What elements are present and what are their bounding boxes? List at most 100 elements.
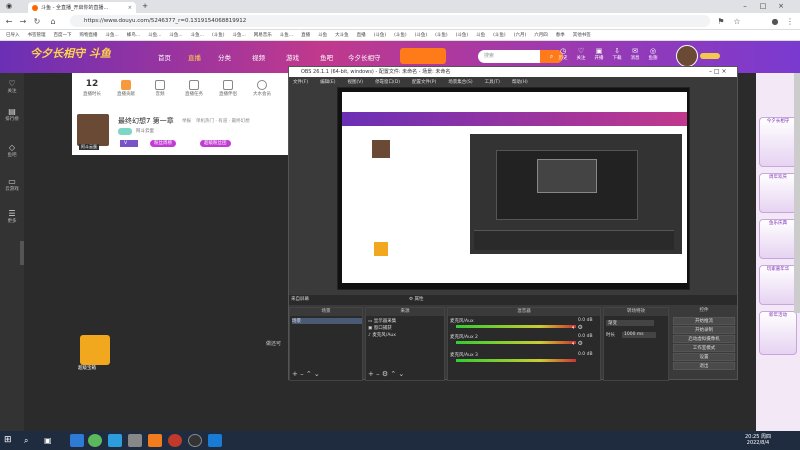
profile-icon[interactable]: ● (770, 16, 780, 26)
left-nav-rank[interactable]: ▤ 排行榜 (2, 107, 22, 122)
bookmark-item[interactable]: 直播 (301, 32, 310, 38)
app-icon[interactable] (168, 434, 182, 447)
reload-icon[interactable]: ↻ (32, 16, 42, 26)
virtual-camera-button[interactable]: 启动虚拟摄像机 (673, 335, 735, 343)
douyu-app-icon[interactable] (148, 434, 162, 447)
obs-menu-item[interactable]: 配置文件(P) (412, 79, 436, 85)
page-scrollbar[interactable] (794, 73, 800, 313)
bookmark-item[interactable]: 蜂鸟... (127, 32, 140, 38)
obs-taskbar-icon[interactable] (188, 434, 202, 447)
settings-button[interactable]: 设置 (673, 353, 735, 361)
stat-member[interactable]: 大水会员 (250, 79, 274, 97)
left-nav-yuba[interactable]: ◇ 鱼吧 (2, 143, 22, 158)
promo-banner-5[interactable]: 新年活动 (759, 311, 797, 355)
bookmark-item[interactable]: 斗鱼... (233, 32, 246, 38)
obs-menu-item[interactable]: 帮助(H) (512, 79, 528, 85)
bookmark-item[interactable]: 书签管理 (28, 32, 46, 38)
nav-video[interactable]: 视频 (252, 52, 265, 62)
nav-game[interactable]: 游戏 (286, 52, 299, 62)
bookmark-item[interactable]: 六月四 (534, 32, 548, 38)
stat-assistant[interactable]: 直播伴侣 (216, 79, 240, 97)
nav-home[interactable]: 首页 (158, 52, 171, 62)
obs-menu-item[interactable]: 场景集合(S) (448, 79, 472, 85)
promo-banner-1[interactable]: 今夕长相守 (759, 117, 797, 167)
bookmark-item[interactable]: 春季 (556, 32, 565, 38)
bookmark-item[interactable]: 斗鱼 (318, 32, 327, 38)
streamer-avatar[interactable] (77, 114, 109, 146)
bookmark-item[interactable]: 直播 (357, 32, 366, 38)
obs-preview[interactable] (337, 87, 690, 290)
fans-rank-button[interactable]: 粉丝周榜 (150, 140, 176, 147)
bookmark-star-icon[interactable]: ☆ (732, 16, 742, 26)
close-tab-icon[interactable]: × (128, 5, 132, 11)
promo-banner-4[interactable]: 玩家嘉年华 (759, 265, 797, 305)
bookmark-item[interactable]: 其他书签 (573, 32, 591, 38)
bookmark-item[interactable]: (六月) (514, 32, 527, 38)
browser-360-icon[interactable] (88, 434, 102, 447)
bookmark-item[interactable]: 百度一下 (54, 32, 72, 38)
obs-menu-item[interactable]: 工具(T) (485, 79, 500, 85)
exit-button[interactable]: 退出 (673, 362, 735, 370)
source-item-window[interactable]: ▣ 窗口捕获 (368, 325, 392, 331)
streamer-name[interactable]: 阿斗云蛋 (136, 128, 154, 134)
obs-title-bar[interactable]: OBS 26.1.1 (64-bit, windows) - 配置文件: 未命名… (289, 67, 737, 77)
left-nav-more[interactable]: ☰ 更多 (2, 209, 22, 224)
bookmark-item[interactable]: 网易音乐 (254, 32, 272, 38)
left-nav-cloudgame[interactable]: ▭ 云游戏 (2, 177, 22, 192)
taskbar-clock[interactable]: 20:25 周四 2022/8/4 (745, 434, 771, 446)
stat-contribution[interactable]: 直播贡献 (114, 79, 138, 97)
stat-duration[interactable]: 12 直播时长 (80, 79, 104, 97)
bookmark-item[interactable]: (斗鱼) (374, 32, 387, 38)
stat-task[interactable]: 直播任务 (182, 79, 206, 97)
header-history[interactable]: ◷ 历史 (556, 47, 570, 61)
obs-menu-item[interactable]: 停靠窗口(D) (375, 79, 400, 85)
transition-select[interactable]: 渐变 (606, 320, 654, 326)
obs-window-controls[interactable]: – □ × (709, 68, 727, 75)
bookmark-item[interactable]: 大斗鱼 (335, 32, 349, 38)
close-window-icon[interactable]: × (776, 1, 786, 11)
source-item-display[interactable]: ▭ 显示器采集 (368, 318, 396, 324)
bookmark-item[interactable]: (斗鱼) (212, 32, 225, 38)
start-recording-button[interactable]: 开始录制 (673, 326, 735, 334)
app-icon[interactable] (208, 434, 222, 447)
source-item-mic[interactable]: ♪ 麦克风/Aux (368, 332, 396, 338)
back-icon[interactable]: ← (4, 16, 14, 26)
maximize-icon[interactable]: □ (758, 1, 768, 11)
user-avatar[interactable] (676, 45, 698, 67)
stream-category[interactable]: 单机热门 · 有道 · 最终幻想 (196, 118, 250, 124)
nav-category[interactable]: 分类 (218, 52, 231, 62)
bookmark-item[interactable]: 斗鱼... (191, 32, 204, 38)
app-icon[interactable] (128, 434, 142, 447)
scene-item[interactable]: 场景 (292, 318, 362, 324)
nav-event[interactable]: 今夕长相守 (348, 52, 381, 62)
stat-audio[interactable]: 音频 (148, 79, 172, 97)
studio-mode-button[interactable]: 工作室模式 (673, 344, 735, 352)
search-icon[interactable]: ⌕ (24, 434, 38, 447)
bookmark-item[interactable]: (斗鱼) (394, 32, 407, 38)
forward-icon[interactable]: → (18, 16, 28, 26)
bookmark-item[interactable]: 斗鱼... (106, 32, 119, 38)
nav-live[interactable]: 直播 (188, 52, 201, 62)
header-coins[interactable]: ◎ 鱼翅 (646, 47, 660, 61)
start-streaming-button[interactable]: 开始推流 (673, 317, 735, 325)
bookmark-item[interactable]: (斗鱼) (415, 32, 428, 38)
properties-button[interactable]: ⚙ 属性 (409, 295, 423, 305)
header-download[interactable]: ⇩ 下载 (610, 47, 624, 61)
obs-menu-item[interactable]: 视图(V) (347, 79, 363, 85)
browser-tab[interactable]: 斗鱼 - 全直播_开启你的直播... × (28, 2, 136, 13)
header-broadcast[interactable]: ▣ 开播 (592, 47, 606, 61)
windows-start-icon[interactable]: ⊞ (4, 434, 18, 447)
super-fans-button[interactable]: 超级粉丝团 (200, 140, 231, 147)
bookmark-item[interactable]: 斗鱼... (148, 32, 161, 38)
header-message[interactable]: ✉ 消息 (628, 47, 642, 61)
bookmark-item[interactable]: (斗鱼) (435, 32, 448, 38)
scene-controls[interactable]: + – ⌃ ⌄ (292, 370, 320, 378)
bookmark-item[interactable]: 斗鱼 (476, 32, 485, 38)
bookmark-item[interactable]: 斗鱼... (280, 32, 293, 38)
bookmark-item[interactable]: 购物直播 (80, 32, 98, 38)
obs-menu-item[interactable]: 编辑(E) (320, 79, 335, 85)
speaker-icon[interactable]: 🔈︎ ⚙ (572, 324, 583, 332)
bookmark-item[interactable]: (斗鱼) (456, 32, 469, 38)
minimize-icon[interactable]: – (740, 1, 750, 11)
treasure-box-icon[interactable] (80, 335, 110, 365)
